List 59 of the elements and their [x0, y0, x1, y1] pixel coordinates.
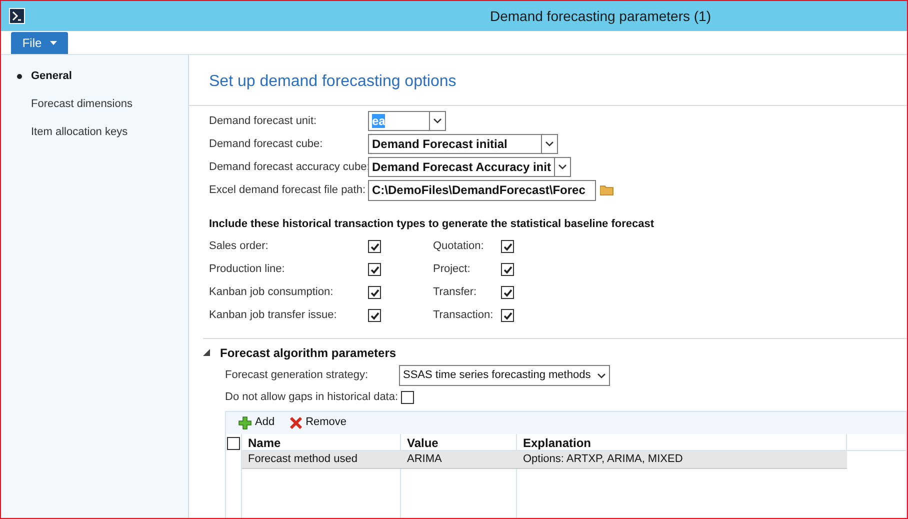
add-button[interactable]: Add: [238, 414, 275, 431]
path-field[interactable]: C:\DemoFiles\DemandForecast\Forec: [368, 180, 596, 200]
window-title: Demand forecasting parameters (1): [489, 6, 712, 26]
chevron-down-icon: [545, 141, 554, 147]
checkbox-label: Project:: [433, 262, 472, 278]
checkbox[interactable]: [368, 309, 381, 322]
checkbox[interactable]: [501, 263, 514, 276]
chevron-down-icon: [596, 372, 606, 378]
section-heading: Include these historical transaction types to generate the statistical baseline forecast: [209, 217, 656, 232]
file-menu[interactable]: File: [11, 32, 68, 54]
field-label: Demand forecast cube:: [209, 136, 324, 152]
chevron-down-icon: [558, 164, 567, 170]
chevron-down-icon: [433, 118, 442, 124]
caret-icon: [50, 41, 57, 45]
checkbox-label: Quotation:: [433, 239, 485, 254]
checkbox[interactable]: [501, 286, 514, 299]
table-row[interactable]: Forecast method used ARIMA Options: ARTXP, ARIMA, MIXED: [242, 450, 847, 468]
section-heading: Forecast algorithm parameters: [220, 344, 396, 362]
field-label: Forecast generation strategy:: [225, 368, 370, 384]
checkbox-label: Production line:: [209, 262, 286, 278]
column-header[interactable]: Value: [401, 434, 517, 450]
table-cell-text: ARIMA: [406, 452, 443, 467]
app-icon: [9, 8, 25, 24]
table-cell-text: Forecast method used: [247, 452, 358, 467]
field-value: ea: [372, 114, 386, 128]
sidebar-item[interactable]: Item allocation keys: [1, 123, 188, 142]
remove-button[interactable]: Remove: [288, 414, 347, 431]
checkbox[interactable]: [501, 240, 514, 253]
field-label: Demand forecast unit:: [209, 114, 318, 129]
dropdown-field[interactable]: Demand Forecast Accuracy init: [368, 157, 571, 177]
checkbox-label: Transaction:: [433, 308, 494, 324]
sidebar-item[interactable]: Forecast dimensions: [1, 95, 188, 114]
checkbox[interactable]: [227, 436, 240, 450]
field-label: Demand forecast accuracy cube:: [209, 160, 368, 175]
sidebar-item[interactable]: General: [1, 67, 188, 86]
checkbox-label: Sales order:: [209, 239, 270, 254]
folder-icon[interactable]: [600, 184, 614, 196]
page-heading: Set up demand forecasting options: [209, 72, 458, 92]
collapse-triangle-icon[interactable]: [203, 349, 210, 356]
dropdown-field[interactable]: Demand Forecast initial: [368, 134, 558, 154]
field-label: Excel demand forecast file path:: [209, 182, 367, 198]
field-value: SSAS time series forecasting methods: [403, 368, 591, 384]
field-value: Demand Forecast initial: [372, 137, 508, 151]
column-header[interactable]: Explanation: [517, 434, 847, 450]
checkbox-label: Kanban job transfer issue:: [209, 308, 338, 324]
checkbox[interactable]: [401, 391, 414, 404]
checkbox[interactable]: [368, 263, 381, 276]
column-header[interactable]: Name: [242, 434, 401, 450]
checkbox-label: Do not allow gaps in historical data:: [225, 390, 398, 406]
dropdown-field[interactable]: SSAS time series forecasting methods: [399, 365, 610, 386]
close-icon: [288, 416, 303, 430]
checkbox-label: Kanban job consumption:: [209, 285, 334, 300]
table-cell-text: Options: ARTXP, ARIMA, MIXED: [522, 452, 684, 467]
checkbox[interactable]: [368, 286, 381, 299]
checkbox[interactable]: [368, 240, 381, 253]
field-value: Demand Forecast Accuracy init: [372, 160, 551, 174]
checkbox[interactable]: [501, 309, 514, 322]
plus-icon: [238, 416, 252, 430]
checkbox-label: Transfer:: [433, 285, 478, 300]
